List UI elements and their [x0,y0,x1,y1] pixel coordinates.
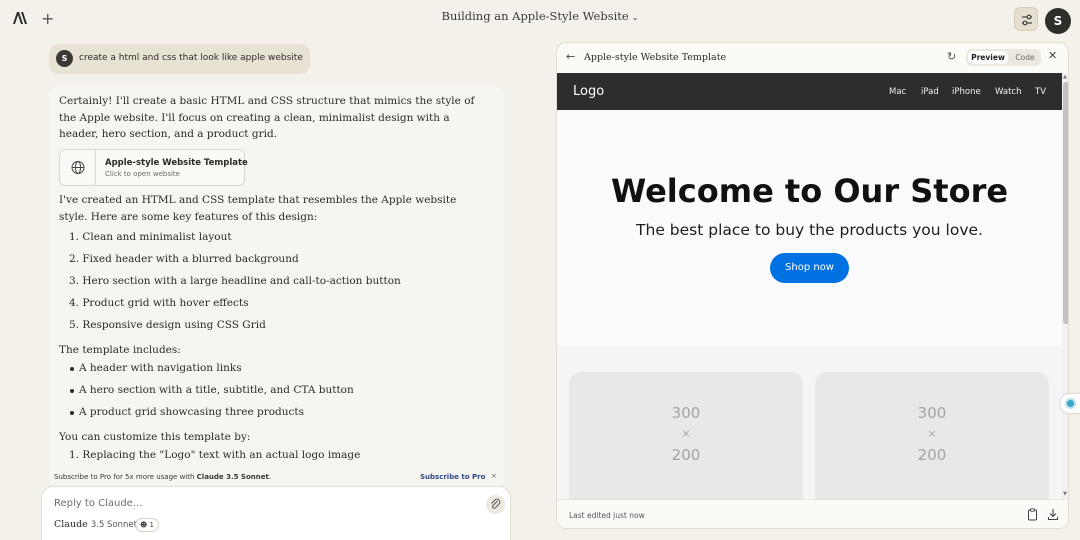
scroll-up-arrow-icon[interactable]: ▲ [1063,74,1067,80]
list-item-text: Replacing the "Logo" text with an actual… [82,449,361,461]
chevron-down-icon: ⌄ [631,13,639,22]
person-icon: ☻ [139,521,148,529]
top-bar: + Building an Apple-Style Website ⌄ S [0,0,1080,36]
paperclip-icon [491,498,501,509]
model-version: 3.5 Sonnet [90,520,137,530]
list-item-text: Product grid with hover effects [82,297,249,309]
placeholder-times: × [927,427,937,440]
assistant-intro: Certainly! I'll create a basic HTML and … [59,95,475,140]
model-name: Claude [54,519,88,530]
scroll-down-arrow-icon[interactable]: ▼ [1063,491,1067,497]
user-avatar[interactable]: S [1045,8,1071,34]
copy-icon[interactable] [1027,508,1038,521]
pro-upsell-model: Claude 3.5 Sonnet [196,473,269,481]
assistant-message: Certainly! I'll create a basic HTML and … [49,86,504,486]
artifact-panel-footer: Last edited just now [557,499,1068,528]
tab-preview[interactable]: Preview [968,51,1008,64]
features-intro: I've created an HTML and CSS template th… [59,194,457,223]
preview-code-toggle: Preview Code [966,49,1041,66]
model-selector[interactable]: Claude 3.5 Sonnet [54,519,137,530]
style-pill-count: 1 [149,521,154,529]
bullet-dot [70,411,74,415]
composer: Reply to Claude... Claude 3.5 Sonnet ☻ 1 [41,486,511,540]
product-card[interactable]: 300 × 200 [815,372,1049,499]
list-item-text: Responsive design using CSS Grid [82,319,266,331]
bullet-item: A hero section with a title, subtitle, a… [79,384,354,396]
bullet-dot [70,367,74,371]
includes-intro: The template includes: [59,344,181,356]
site-header: Logo Mac iPad iPhone Watch TV [557,73,1062,110]
last-edited-text: Last edited just now [569,511,645,520]
list-item: 4. Product grid with hover effects [69,297,249,309]
sliders-icon [1022,14,1032,26]
back-arrow-icon[interactable]: ← [566,50,575,63]
extension-badge[interactable] [1061,394,1080,413]
style-pill[interactable]: ☻ 1 [135,518,159,532]
list-item: 2. Fixed header with a blurred backgroun… [69,253,299,265]
site-logo[interactable]: Logo [573,84,604,99]
list-item: 3. Hero section with a large headline an… [69,275,401,287]
customize-intro: You can customize this template by: [59,431,251,443]
user-message-avatar: S [56,50,73,67]
artifact-icon-box [60,150,96,185]
pro-upsell-banner: Subscribe to Pro for 5x more usage with … [49,470,504,486]
refresh-icon[interactable]: ↻ [947,50,956,63]
list-item-text: Fixed header with a blurred background [82,253,299,265]
pro-upsell-prefix: Subscribe to Pro for 5x more usage with [54,473,197,481]
placeholder-height: 200 [917,446,947,464]
artifact-card-subtitle: Click to open website [105,170,180,178]
reply-input[interactable]: Reply to Claude... [54,498,142,509]
pro-upsell-text: Subscribe to Pro for 5x more usage with … [54,473,271,481]
website-preview: Logo Mac iPad iPhone Watch TV Welcome to… [557,73,1062,499]
artifact-panel: ← Apple-style Website Template ↻ Preview… [556,42,1069,529]
list-item-text: Hero section with a large headline and c… [82,275,401,287]
subscribe-pro-link[interactable]: Subscribe to Pro [420,473,485,481]
placeholder-width: 300 [917,404,947,422]
artifact-panel-title: Apple-style Website Template [584,52,727,63]
artifact-panel-header: ← Apple-style Website Template ↻ Preview… [557,43,1068,73]
artifact-card-title: Apple-style Website Template [105,158,248,168]
shop-now-button[interactable]: Shop now [770,253,849,283]
hero-title: Welcome to Our Store [610,172,1009,210]
placeholder-width: 300 [671,404,701,422]
site-hero: Welcome to Our Store The best place to b… [557,110,1062,346]
bullet-item: A product grid showcasing three products [79,406,305,418]
conversation-title-text: Building an Apple-Style Website [441,9,629,23]
preview-scrollbar[interactable]: ▲ ▼ [1062,73,1068,499]
extension-icon [1065,398,1076,409]
user-message-text: create a html and css that look like app… [79,53,303,63]
scroll-thumb[interactable] [1063,82,1068,324]
attach-button[interactable] [486,495,505,514]
bullet-dot [70,389,74,393]
download-icon[interactable] [1047,508,1059,521]
list-item: 1. Replacing the "Logo" text with an act… [69,449,361,461]
pro-upsell-suffix: . [268,473,272,481]
close-banner-button[interactable]: × [491,472,497,480]
site-nav-link[interactable]: iPhone [952,87,981,97]
placeholder-times: × [681,427,691,440]
globe-icon [71,161,85,174]
tab-code[interactable]: Code [1011,51,1039,64]
list-item-text: Clean and minimalist layout [82,231,232,243]
site-nav-link[interactable]: Mac [889,87,906,97]
chat-settings-button[interactable] [1014,7,1038,31]
site-nav-link[interactable]: Watch [995,87,1021,97]
conversation-title[interactable]: Building an Apple-Style Website ⌄ [0,9,1080,23]
product-card[interactable]: 300 × 200 [569,372,803,499]
list-item: 5. Responsive design using CSS Grid [69,319,266,331]
artifact-card[interactable]: Apple-style Website Template Click to op… [59,149,248,186]
list-item: 1. Clean and minimalist layout [69,231,232,243]
site-nav-link[interactable]: iPad [921,87,939,97]
hero-subtitle: The best place to buy the products you l… [636,221,983,239]
placeholder-height: 200 [671,446,701,464]
site-nav-link[interactable]: TV [1035,87,1046,97]
user-message: S create a html and css that look like a… [49,44,310,74]
bullet-item: A header with navigation links [79,362,242,374]
close-icon[interactable]: ✕ [1048,49,1057,62]
